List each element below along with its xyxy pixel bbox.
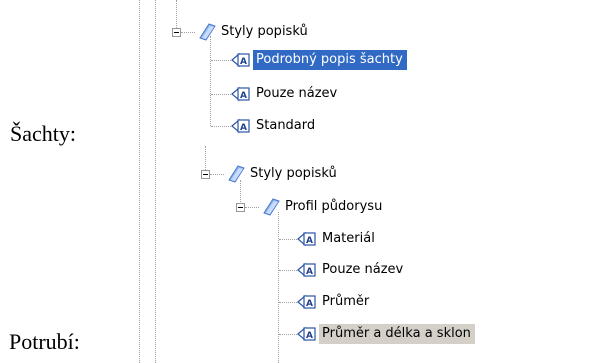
tree-connector-line: [205, 146, 206, 170]
folder-icon: [228, 165, 245, 183]
label-style-icon: A: [297, 262, 316, 278]
label-style-icon: A: [297, 231, 316, 247]
folder-icon: [263, 198, 280, 216]
screenshot-canvas: Šachty: Potrubí: Styly popisků A Podrobn…: [0, 0, 591, 363]
tree-connector-line: [245, 207, 259, 208]
svg-text:A: A: [306, 236, 313, 246]
tree-node-label-style[interactable]: A Průměr: [297, 291, 373, 313]
tree-node-styly-popisku[interactable]: Styly popisků: [225, 163, 341, 185]
tree-connector-line: [279, 239, 297, 240]
tree-node-label: Průměr: [322, 294, 370, 309]
tree-view-bottom: Styly popisků Profil půdorysu A Materiál: [0, 0, 591, 363]
collapse-minus-icon[interactable]: [201, 170, 210, 179]
tree-node-label: Profil půdorysu: [285, 199, 383, 214]
tree-connector-line: [279, 302, 297, 303]
tree-node-profil-pudorysu[interactable]: Profil půdorysu: [260, 196, 386, 218]
tree-connector-line: [278, 212, 279, 363]
tree-node-label: Styly popisků: [250, 166, 337, 181]
collapse-minus-icon[interactable]: [236, 203, 245, 212]
tree-node-label: Průměr a délka a sklon: [319, 324, 475, 344]
svg-text:A: A: [306, 331, 313, 341]
tree-node-label-style[interactable]: A Pouze název: [297, 259, 407, 281]
tree-node-label: Materiál: [322, 231, 375, 246]
tree-connector-line: [279, 270, 297, 271]
tree-node-label-style[interactable]: A Materiál: [297, 228, 379, 250]
tree-node-label-style[interactable]: A Průměr a délka a sklon: [297, 323, 475, 345]
tree-connector-line: [279, 334, 297, 335]
label-style-icon: A: [297, 326, 316, 342]
svg-text:A: A: [306, 267, 313, 277]
tree-node-label: Pouze název: [322, 262, 404, 277]
svg-text:A: A: [306, 299, 313, 309]
tree-connector-line: [210, 174, 224, 175]
label-style-icon: A: [297, 294, 316, 310]
